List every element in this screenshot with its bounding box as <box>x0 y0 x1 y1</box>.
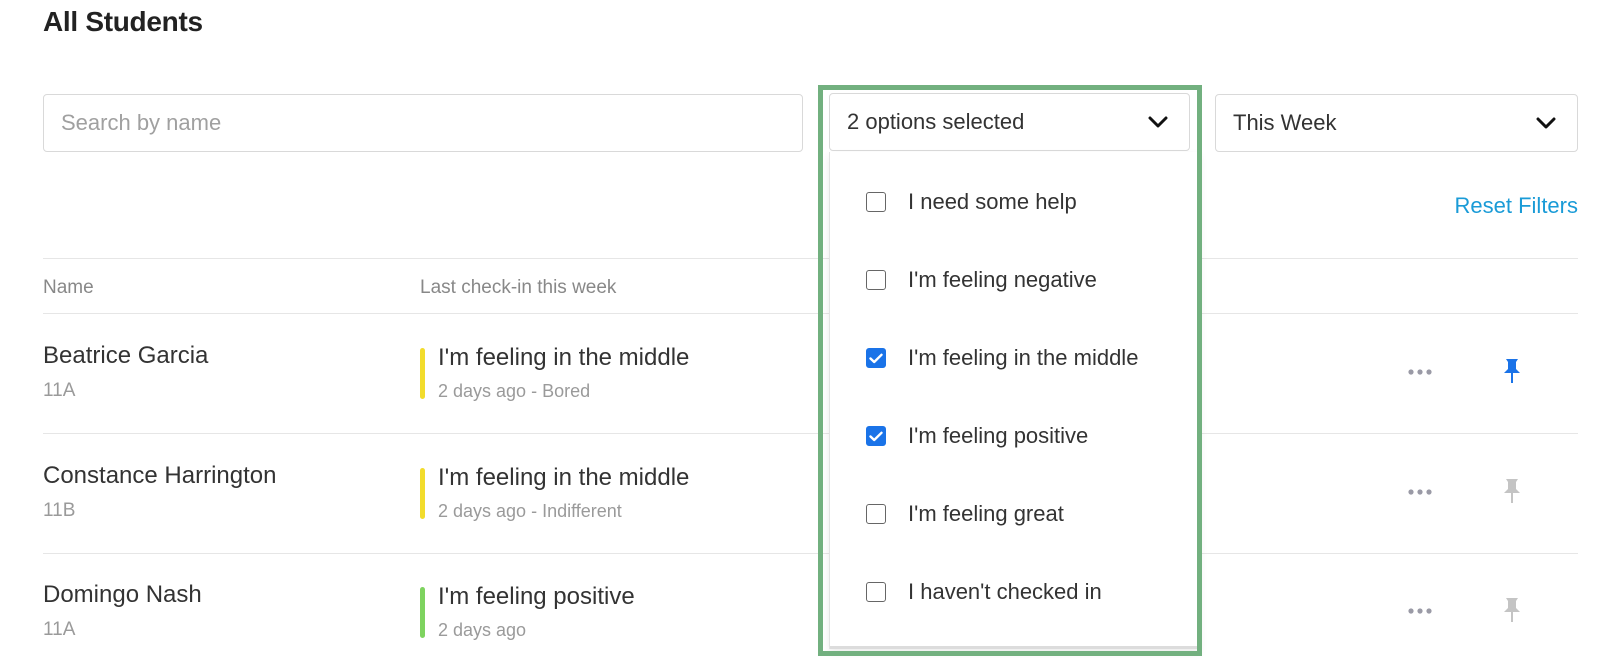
more-options-icon[interactable] <box>1405 362 1435 382</box>
status-filter-select[interactable]: 2 options selected <box>829 93 1190 151</box>
filter-option-label: I'm feeling great <box>908 501 1064 526</box>
student-name[interactable]: Beatrice Garcia <box>43 342 208 370</box>
checkbox[interactable] <box>866 426 886 446</box>
page-title: All Students <box>43 6 203 37</box>
chevron-down-icon <box>1147 111 1169 133</box>
table-row[interactable]: Beatrice Garcia 11A I'm feeling in the m… <box>0 314 1600 433</box>
checkbox[interactable] <box>866 348 886 368</box>
mood-meta: 2 days ago <box>438 620 527 640</box>
filter-option-label: I'm feeling positive <box>908 423 1089 448</box>
period-filter-select[interactable]: This Week <box>1215 94 1578 152</box>
table-divider <box>43 258 1578 259</box>
status-filter-value: 2 options selected <box>847 109 1025 134</box>
filter-option-not-checked-in[interactable]: I haven't checked in <box>830 566 1199 618</box>
filter-option-label: I'm feeling in the middle <box>908 345 1139 370</box>
student-name[interactable]: Constance Harrington <box>43 462 276 490</box>
checkmark-icon <box>869 431 883 441</box>
status-filter-dropdown: I need some help I'm feeling negative I'… <box>829 152 1200 649</box>
checkbox[interactable] <box>866 192 886 212</box>
reset-filters-link[interactable]: Reset Filters <box>1455 193 1578 219</box>
mood-text: I'm feeling in the middle <box>438 464 690 491</box>
checkmark-icon <box>869 353 883 363</box>
column-header-name: Name <box>43 277 94 298</box>
checkbox[interactable] <box>866 504 886 524</box>
pin-icon[interactable] <box>1498 356 1526 386</box>
filter-option-middle[interactable]: I'm feeling in the middle <box>830 332 1199 384</box>
filter-option-need-help[interactable]: I need some help <box>830 176 1199 228</box>
student-class: 11A <box>43 380 76 401</box>
filter-option-positive[interactable]: I'm feeling positive <box>830 410 1199 462</box>
period-filter-value: This Week <box>1233 110 1337 135</box>
mood-indicator <box>420 587 425 638</box>
pin-icon[interactable] <box>1498 476 1526 506</box>
filter-option-label: I haven't checked in <box>908 579 1102 604</box>
mood-text: I'm feeling in the middle <box>438 344 690 371</box>
filter-option-label: I need some help <box>908 189 1077 214</box>
search-input[interactable] <box>43 94 803 152</box>
mood-meta: 2 days ago - Indifferent <box>438 501 622 521</box>
filter-option-negative[interactable]: I'm feeling negative <box>830 254 1199 306</box>
checkbox[interactable] <box>866 582 886 602</box>
pin-icon[interactable] <box>1498 595 1526 625</box>
student-name[interactable]: Domingo Nash <box>43 581 202 609</box>
student-class: 11A <box>43 619 76 640</box>
filter-option-great[interactable]: I'm feeling great <box>830 488 1199 540</box>
mood-meta: 2 days ago - Bored <box>438 381 591 401</box>
mood-text: I'm feeling positive <box>438 583 635 610</box>
student-class: 11B <box>43 500 76 521</box>
more-options-icon[interactable] <box>1405 482 1435 502</box>
dropdown-bottom-edge <box>830 646 1199 649</box>
table-row[interactable]: Domingo Nash 11A I'm feeling positive 2 … <box>0 553 1600 671</box>
mood-indicator <box>420 348 425 399</box>
checkbox[interactable] <box>866 270 886 290</box>
chevron-down-icon <box>1535 112 1557 134</box>
table-row[interactable]: Constance Harrington 11B I'm feeling in … <box>0 434 1600 553</box>
filter-option-label: I'm feeling negative <box>908 267 1097 292</box>
column-header-last-checkin: Last check-in this week <box>420 277 617 298</box>
more-options-icon[interactable] <box>1405 601 1435 621</box>
mood-indicator <box>420 468 425 519</box>
